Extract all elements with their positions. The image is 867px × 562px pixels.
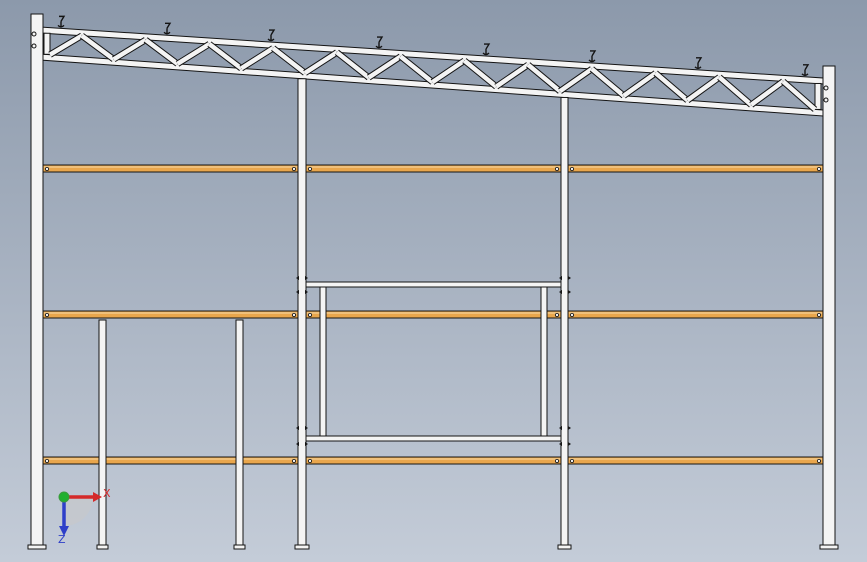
beam-bolt — [45, 166, 50, 171]
beam-level-2-bay-3[interactable] — [567, 310, 824, 319]
short-post-base-plate — [233, 544, 246, 550]
cad-viewport[interactable]: X Z — [0, 0, 867, 562]
beam-body[interactable] — [42, 456, 299, 465]
beam-bolt — [555, 458, 560, 463]
column-base-plate — [819, 544, 839, 550]
short-post-2[interactable] — [235, 319, 244, 549]
beam-bolt — [817, 166, 822, 171]
beam-bolt — [291, 166, 296, 171]
beam-bolt — [307, 458, 312, 463]
beam-bolt — [307, 312, 312, 317]
beam-bolt — [45, 458, 50, 463]
beam-level-2-bay-2[interactable] — [305, 310, 562, 319]
frame-bottom-rail[interactable] — [305, 435, 562, 442]
frame-top-rail[interactable] — [305, 281, 562, 288]
column-bolt — [31, 43, 37, 49]
beam-body[interactable] — [305, 456, 562, 465]
truss-end-post-left[interactable] — [43, 32, 51, 55]
beam-body[interactable] — [42, 164, 299, 173]
triad-z-label: Z — [58, 533, 66, 546]
column-2[interactable] — [297, 78, 307, 549]
steel-frame-elevation[interactable]: X Z — [0, 0, 867, 562]
beam-bolt — [570, 312, 575, 317]
beam-bolt — [291, 312, 296, 317]
beam-bolt — [555, 312, 560, 317]
column-base-plate — [557, 544, 572, 550]
beam-body[interactable] — [567, 164, 824, 173]
short-post-1[interactable] — [98, 319, 107, 549]
beam-body[interactable] — [305, 164, 562, 173]
column-bolt — [823, 85, 829, 91]
beam-body[interactable] — [567, 456, 824, 465]
frame-right-stile[interactable] — [540, 286, 548, 437]
beam-bolt — [291, 458, 296, 463]
beam-bolt — [555, 166, 560, 171]
beam-bolt — [817, 458, 822, 463]
beam-level-2-bay-1[interactable] — [42, 310, 299, 319]
beam-level-1-bay-3[interactable] — [567, 164, 824, 173]
short-post-base-plate — [96, 544, 109, 550]
beam-body[interactable] — [305, 310, 562, 319]
column-bolt — [823, 97, 829, 103]
beam-bolt — [45, 312, 50, 317]
column-base-plate — [294, 544, 310, 550]
beam-level-3-bay-2[interactable] — [305, 456, 562, 465]
truss-end-post-right[interactable] — [814, 82, 822, 110]
triad-x-label: X — [103, 487, 111, 500]
beam-level-1-bay-2[interactable] — [305, 164, 562, 173]
beam-level-3-bay-3[interactable] — [567, 456, 824, 465]
triad-origin — [58, 491, 70, 503]
beam-level-3-bay-1[interactable] — [42, 456, 299, 465]
column-3[interactable] — [560, 96, 569, 549]
beam-bolt — [570, 458, 575, 463]
column-1[interactable] — [30, 13, 44, 549]
beam-level-1-bay-1[interactable] — [42, 164, 299, 173]
beam-bolt — [570, 166, 575, 171]
column-4[interactable] — [822, 65, 836, 549]
beam-body[interactable] — [567, 310, 824, 319]
frame-left-stile[interactable] — [319, 286, 327, 437]
column-bolt — [31, 31, 37, 37]
column-base-plate — [27, 544, 47, 550]
beam-body[interactable] — [42, 310, 299, 319]
beam-bolt — [307, 166, 312, 171]
beam-bolt — [817, 312, 822, 317]
